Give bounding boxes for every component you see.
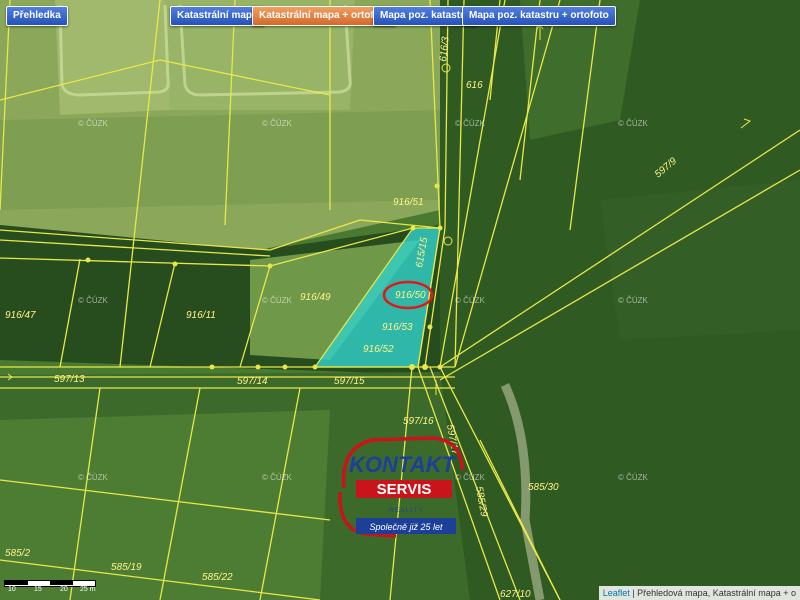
parcel-label: 585/2 — [5, 548, 30, 559]
parcel-label: 916/51 — [393, 197, 424, 208]
logo-tagline: Společně již 25 let — [369, 522, 443, 532]
parcel-label: 597/16 — [403, 416, 434, 427]
overview-map-button[interactable]: Přehledka — [6, 6, 68, 26]
scale-label: 15 — [34, 586, 42, 593]
leaflet-link[interactable]: Leaflet — [603, 588, 630, 598]
parcel-label: 597/15 — [334, 376, 365, 387]
parcel-label: 916/52 — [363, 344, 394, 355]
cuzk-watermark: © ČÚZK — [78, 473, 109, 482]
attribution-text: | Přehledová mapa, Katastrální mapa + o — [629, 588, 796, 598]
logo-line2: SERVIS — [377, 481, 432, 498]
cuzk-watermark: © ČÚZK — [455, 119, 486, 128]
cuzk-watermark: © ČÚZK — [78, 119, 109, 128]
parcel-label: 597/14 — [237, 376, 268, 387]
map-attribution: Leaflet | Přehledová mapa, Katastrální m… — [598, 586, 800, 600]
parcel-label: 585/19 — [111, 562, 142, 573]
parcel-label: 585/30 — [528, 482, 559, 493]
parcel-label: 916/47 — [5, 310, 36, 321]
cadastral-pos-ortho-button[interactable]: Mapa poz. katastru + ortofoto — [462, 6, 616, 26]
cuzk-watermark: © ČÚZK — [618, 296, 649, 305]
cuzk-watermark: © ČÚZK — [455, 296, 486, 305]
cuzk-watermark: © ČÚZK — [262, 296, 293, 305]
parcel-label: 916/53 — [382, 322, 413, 333]
parcel-label: 916/11 — [186, 310, 216, 321]
cuzk-watermark: © ČÚZK — [618, 473, 649, 482]
cuzk-watermark: © ČÚZK — [78, 296, 109, 305]
logo-line3: R E A L I T Y — [389, 508, 423, 514]
scale-label: 20 — [60, 586, 68, 593]
kontakt-servis-logo: KONTAKT SERVIS R E A L I T Y Společně ji… — [338, 436, 464, 538]
parcel-label: 916/50 — [395, 290, 426, 301]
parcel-label: 597/13 — [54, 374, 85, 385]
parcel-label: 616 — [466, 80, 483, 91]
scale-label: 10 — [8, 586, 16, 593]
scale-label: 25 m — [80, 586, 96, 593]
cadastral-map-button[interactable]: Katastrální mapa — [170, 6, 265, 26]
parcel-label: 585/22 — [202, 572, 233, 583]
parcel-label: 916/49 — [300, 292, 331, 303]
scale-bar: 10 15 20 25 m — [4, 580, 98, 594]
parcel-label: 627/10 — [500, 589, 531, 600]
logo-line1: KONTAKT — [349, 452, 456, 477]
cuzk-watermark: © ČÚZK — [262, 119, 293, 128]
cuzk-watermark: © ČÚZK — [262, 473, 293, 482]
cuzk-watermark: © ČÚZK — [618, 119, 649, 128]
